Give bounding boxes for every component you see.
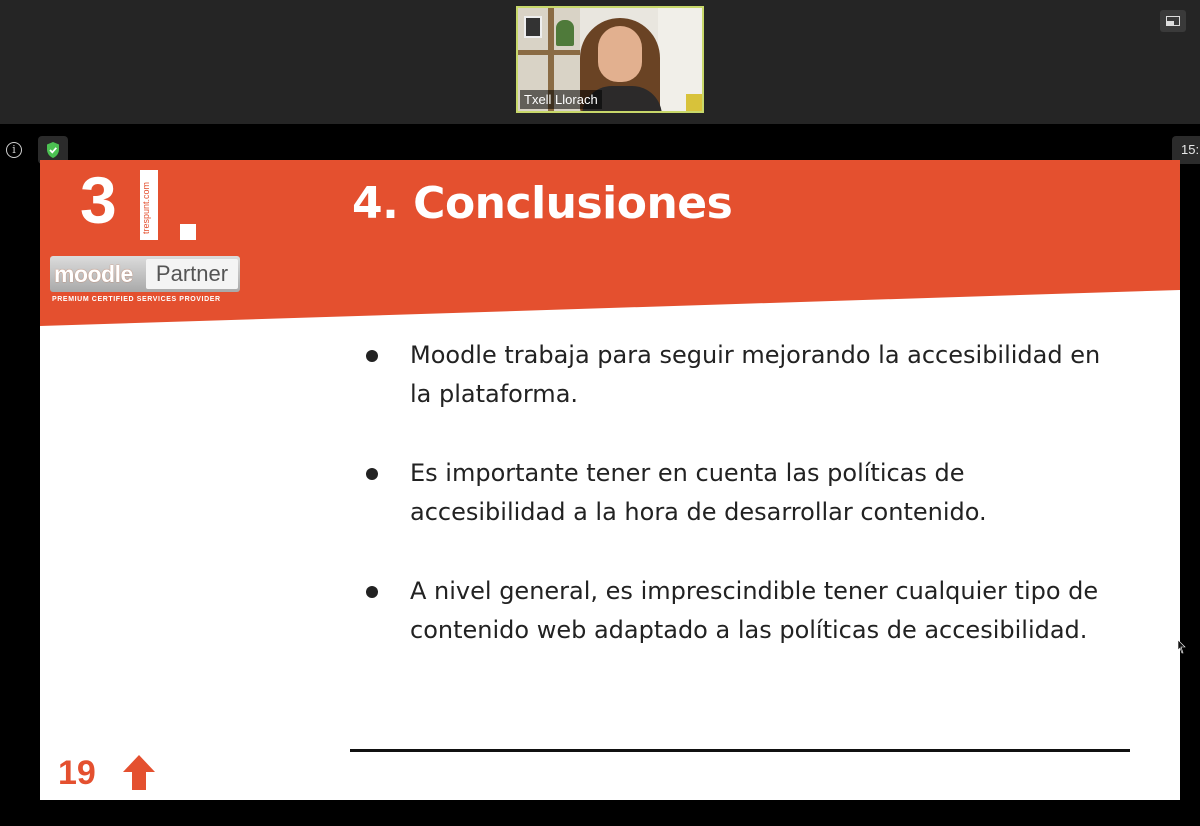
company-logo-dot [180,224,196,240]
moodle-wordmark: moodle [54,261,133,287]
participant-name: Txell Llorach [520,90,602,109]
mouse-cursor-icon [1178,640,1186,654]
bullet-text: Moodle trabaja para seguir mejorando la … [410,341,1101,408]
partner-tagline: PREMIUM CERTIFIED SERVICES PROVIDER [52,296,221,303]
video-background [686,94,702,111]
participant-video-tile[interactable]: Txell Llorach [516,6,704,113]
bullet-dot [366,468,378,480]
slide-page-number: 19 [58,754,96,792]
moodle-partner-badge: moodle Partner [50,256,240,292]
company-logo-site: trespunt.com [141,181,151,235]
bullet-dot [366,350,378,362]
video-background [518,50,580,55]
bullet-text: A nivel general, es imprescindible tener… [410,577,1099,644]
participant-figure [598,26,642,82]
video-background [524,16,542,38]
slide-title: 4. Conclusiones [352,178,733,229]
bullet-list: Moodle trabaja para seguir mejorando la … [362,336,1122,690]
footer-divider [350,749,1130,752]
meeting-top-bar: Txell Llorach [0,0,1200,124]
bullet-item: Moodle trabaja para seguir mejorando la … [362,336,1122,414]
partner-label: Partner [146,259,238,289]
bullet-item: Es importante tener en cuenta las políti… [362,454,1122,532]
bullet-item: A nivel general, es imprescindible tener… [362,572,1122,650]
info-icon[interactable]: i [6,142,22,158]
gallery-view-icon[interactable] [1160,10,1186,32]
bullet-text: Es importante tener en cuenta las políti… [410,459,987,526]
arrow-up-icon[interactable] [122,754,156,792]
video-background [556,20,574,46]
shared-slide: 3 trespunt.com moodle Partner PREMIUM CE… [40,160,1180,800]
bullet-dot [366,586,378,598]
company-logo-number: 3 [80,163,117,237]
